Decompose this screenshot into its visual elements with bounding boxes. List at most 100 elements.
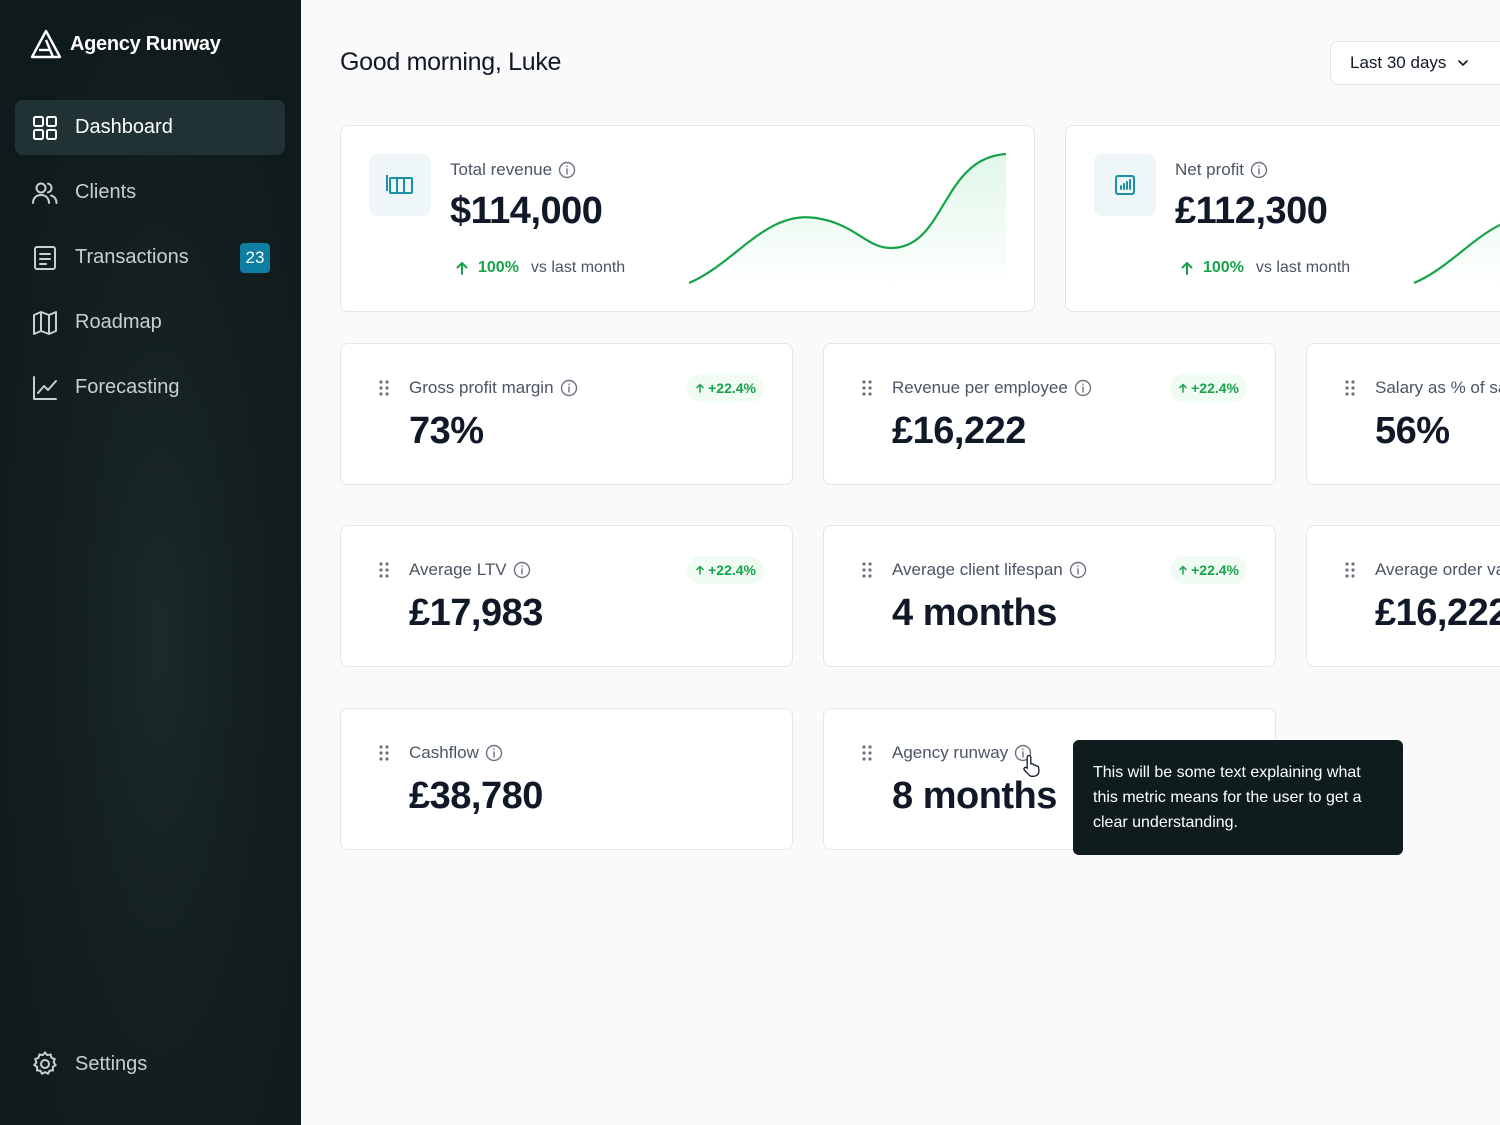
total-revenue-label: Total revenue	[450, 160, 576, 180]
drag-handle-icon[interactable]	[862, 745, 872, 761]
metric-label: Cashflow	[409, 743, 503, 763]
main-content: Last 30 days Total revenue $114,000 100%…	[301, 0, 1500, 1125]
grid-icon	[31, 114, 59, 142]
change-badge-text: +22.4%	[708, 562, 756, 578]
agency-runway-logo-icon	[30, 29, 62, 59]
arrow-up-icon	[1181, 261, 1193, 275]
metric-label: Average client lifespan	[892, 560, 1087, 580]
brand[interactable]: Agency Runway	[30, 28, 221, 60]
sidebar-item-roadmap[interactable]: Roadmap	[15, 295, 285, 350]
sidebar-item-forecasting[interactable]: Forecasting	[15, 360, 285, 415]
info-icon[interactable]	[558, 161, 576, 179]
metric-card-average-ltv[interactable]: Average LTV £17,983 +22.4%	[340, 525, 793, 667]
arrow-up-icon	[1179, 565, 1187, 575]
metric-tooltip: This will be some text explaining what t…	[1073, 740, 1403, 855]
sidebar-item-dashboard[interactable]: Dashboard	[15, 100, 285, 155]
drag-handle-icon[interactable]	[862, 562, 872, 578]
sidebar-item-transactions[interactable]: Transactions 23	[15, 230, 285, 285]
sidebar-nav: Dashboard Clients Transactions 23 Roadma…	[15, 100, 285, 425]
info-icon[interactable]	[1074, 379, 1092, 397]
metric-card-average-client-lifespan[interactable]: Average client lifespan 4 months +22.4%	[823, 525, 1276, 667]
change-badge: +22.4%	[687, 556, 764, 584]
change-badge: +22.4%	[1170, 374, 1247, 402]
sidebar-item-label: Clients	[75, 181, 137, 203]
users-icon	[31, 179, 59, 207]
change-badge: +22.4%	[1170, 556, 1247, 584]
info-icon[interactable]	[513, 561, 531, 579]
settings-label: Settings	[75, 1052, 148, 1075]
info-icon[interactable]	[485, 744, 503, 762]
map-icon	[31, 309, 59, 337]
sidebar-item-settings[interactable]: Settings	[31, 1050, 147, 1078]
revenue-sparkline	[688, 152, 1007, 288]
metric-label-text: Average LTV	[409, 560, 507, 579]
drag-handle-icon[interactable]	[1345, 562, 1355, 578]
arrow-up-icon	[696, 565, 704, 575]
sidebar-item-label: Transactions	[75, 246, 189, 268]
drag-handle-icon[interactable]	[379, 562, 389, 578]
metric-label: Salary as % of sa	[1375, 378, 1500, 398]
change-badge-text: +22.4%	[1191, 380, 1239, 396]
net-profit-change: 100% vs last month	[1179, 259, 1350, 277]
date-range-dropdown[interactable]: Last 30 days	[1330, 41, 1500, 85]
metric-label: Average LTV	[409, 560, 531, 580]
transactions-count-badge: 23	[240, 242, 270, 273]
total-revenue-card[interactable]: Total revenue $114,000 100% vs last mont…	[340, 125, 1035, 312]
gear-icon	[32, 1050, 58, 1076]
info-icon[interactable]	[1250, 161, 1268, 179]
change-badge-text: +22.4%	[1191, 562, 1239, 578]
chevron-down-icon	[1458, 60, 1469, 67]
metric-value: 73%	[409, 410, 484, 452]
metric-label-text: Salary as % of sa	[1375, 378, 1500, 397]
metric-value: £16,222	[1375, 592, 1500, 634]
metric-label-text: Gross profit margin	[409, 378, 554, 397]
metric-label-text: Agency runway	[892, 743, 1009, 762]
metric-card-average-order-value[interactable]: Average order va £16,222	[1306, 525, 1500, 667]
change-note: vs last month	[530, 259, 626, 276]
change-percent: 100%	[478, 259, 519, 276]
document-icon	[31, 244, 59, 272]
change-note: vs last month	[1255, 259, 1351, 276]
net-profit-sparkline	[1413, 223, 1500, 288]
sidebar: Agency Runway Dashboard Clients Transact…	[0, 0, 301, 1125]
metric-label-text: Average client lifespan	[892, 560, 1063, 579]
net-profit-label: Net profit	[1175, 160, 1268, 180]
sidebar-item-label: Forecasting	[75, 376, 180, 398]
drag-handle-icon[interactable]	[862, 380, 872, 396]
sidebar-item-clients[interactable]: Clients	[15, 165, 285, 220]
metric-value: 4 months	[892, 592, 1057, 634]
arrow-up-icon	[1179, 383, 1187, 393]
info-icon[interactable]	[560, 379, 578, 397]
net-profit-card[interactable]: Net profit £112,300 100% vs last month	[1065, 125, 1500, 312]
metric-value: £38,780	[409, 775, 543, 817]
change-badge: +22.4%	[687, 374, 764, 402]
metric-card-gross-profit-margin[interactable]: Gross profit margin 73% +22.4%	[340, 343, 793, 485]
metric-value: 56%	[1375, 410, 1450, 452]
info-icon[interactable]	[1069, 561, 1087, 579]
metric-card-salary-percent[interactable]: Salary as % of sa 56%	[1306, 343, 1500, 485]
metric-label-text: Average order va	[1375, 560, 1500, 579]
net-profit-value: £112,300	[1175, 190, 1328, 232]
arrow-up-icon	[696, 383, 704, 393]
metric-value: £17,983	[409, 592, 543, 634]
change-badge-text: +22.4%	[708, 380, 756, 396]
hand-pointer-cursor-icon	[1023, 754, 1040, 777]
total-revenue-label-text: Total revenue	[450, 160, 553, 179]
metric-label: Revenue per employee	[892, 378, 1092, 398]
sidebar-item-label: Roadmap	[75, 311, 162, 333]
bar-chart-icon	[1094, 154, 1156, 216]
drag-handle-icon[interactable]	[379, 380, 389, 396]
total-revenue-value: $114,000	[450, 190, 603, 232]
change-percent: 100%	[1203, 259, 1244, 276]
metric-value: 8 months	[892, 775, 1057, 817]
drag-handle-icon[interactable]	[379, 745, 389, 761]
line-chart-icon	[31, 374, 59, 402]
total-revenue-change: 100% vs last month	[454, 259, 625, 277]
brand-name: Agency Runway	[70, 32, 221, 55]
date-range-label: Last 30 days	[1350, 53, 1447, 72]
metric-card-cashflow[interactable]: Cashflow £38,780	[340, 708, 793, 850]
metric-card-revenue-per-employee[interactable]: Revenue per employee £16,222 +22.4%	[823, 343, 1276, 485]
metric-label: Agency runway	[892, 743, 1032, 763]
drag-handle-icon[interactable]	[1345, 380, 1355, 396]
arrow-up-icon	[456, 261, 468, 275]
